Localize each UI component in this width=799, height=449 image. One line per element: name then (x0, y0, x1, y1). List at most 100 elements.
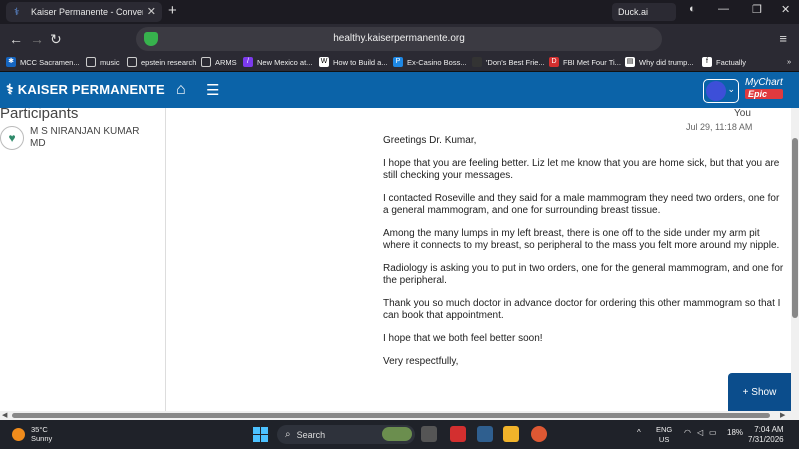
horizontal-scrollbar[interactable]: ◀ ▶ (0, 411, 799, 420)
bookmark-arms[interactable]: ARMS (201, 57, 237, 67)
folder-icon (127, 57, 137, 67)
kaiser-logo-icon: ⚕ (6, 81, 14, 97)
battery-percent: 18% (727, 428, 744, 437)
duck-ai-button[interactable]: Duck.ai (612, 3, 676, 21)
forward-icon[interactable]: → (30, 31, 44, 47)
bookmark-epstein[interactable]: epstein research (127, 57, 196, 67)
fire-icon[interactable]: ◐ (689, 3, 696, 15)
participant-name[interactable]: M S NIRANJAN KUMAR MD (30, 126, 160, 150)
mychart-label: MyChart (745, 77, 783, 88)
wifi-icon[interactable]: ◠ (684, 428, 691, 437)
hamburger-menu-icon[interactable]: ☰ (206, 81, 219, 99)
bookmark-music[interactable]: music (86, 57, 120, 67)
region-code: US (658, 435, 670, 444)
bookmark-label: New Mexico at... (257, 57, 313, 67)
bookmark-factually[interactable]: f Factually (702, 57, 746, 67)
bookmark-label: Factually (716, 57, 747, 67)
navigation-bar: ← → ↻ healthy.kaiserpermanente.org ≡ (0, 24, 799, 55)
mychart-logo: MyChart Epic (745, 78, 783, 99)
message-timestamp: Jul 29, 11:18 AM (686, 122, 753, 132)
participant-name-line1: M S NIRANJAN KUMAR (30, 126, 140, 137)
doc-icon: ▤ (625, 57, 635, 67)
bookmark-why-trump[interactable]: ▤ Why did trump... (625, 57, 694, 67)
bookmark-dons[interactable]: 'Don's Best Frie... (472, 57, 545, 67)
w-icon: W (319, 57, 329, 67)
minimize-icon[interactable]: — (718, 3, 729, 15)
duck-ai-label: Duck.ai (618, 7, 649, 17)
folder-icon (201, 57, 211, 67)
weather-temp: 35°C (31, 425, 48, 434)
participants-heading: Participants (0, 108, 79, 122)
shield-app-icon[interactable] (450, 426, 466, 442)
bookmark-label: Ex-Casino Boss... (407, 57, 467, 67)
dark-icon (472, 57, 482, 67)
start-button[interactable] (253, 427, 268, 442)
task-view-icon[interactable] (421, 426, 437, 442)
menu-icon[interactable]: ≡ (779, 31, 787, 46)
weather-widget[interactable]: 35°C Sunny (12, 425, 52, 443)
tab-title: Kaiser Permanente - Conversa (31, 7, 143, 17)
restore-icon[interactable]: ❐ (752, 3, 762, 16)
windows-taskbar: 35°C Sunny ⌕ Search ^ ENG US ◠ ◁ ▭ 18% 7… (0, 420, 799, 449)
volume-icon[interactable]: ◁ (697, 428, 703, 437)
message-paragraph: Greetings Dr. Kumar, (383, 135, 477, 146)
new-tab-icon[interactable]: + (168, 2, 177, 19)
bookmark-new-mexico[interactable]: / New Mexico at... (243, 57, 312, 67)
home-icon[interactable]: ⌂ (176, 81, 186, 99)
kaiser-favicon-icon: ⚕ (14, 6, 20, 18)
clock-time: 7:04 AM (754, 425, 784, 434)
notepad-icon[interactable] (477, 426, 493, 442)
sun-icon (12, 427, 25, 441)
message-paragraph: I hope that you are feeling better. Liz … (383, 158, 780, 181)
battery-icon[interactable]: ▭ (709, 428, 717, 437)
address-bar[interactable]: healthy.kaiserpermanente.org (136, 27, 662, 51)
message-paragraph: Among the many lumps in my left breast, … (383, 228, 780, 251)
lang-code: ENG (656, 425, 673, 434)
f-icon: f (702, 57, 712, 67)
bookmark-label: How to Build a... (333, 57, 388, 67)
participants-panel: Participants ♥ M S NIRANJAN KUMAR MD (0, 108, 166, 411)
purple-icon: / (243, 57, 253, 67)
bookmark-label: music (100, 57, 120, 67)
close-tab-icon[interactable]: ✕ (147, 5, 156, 18)
bookmark-mcc[interactable]: ✱ MCC Sacramen... (6, 57, 80, 67)
message-paragraph: I contacted Roseville and they said for … (383, 193, 780, 216)
close-window-icon[interactable]: ✕ (781, 3, 790, 16)
scroll-right-icon[interactable]: ▶ (780, 411, 785, 419)
back-icon[interactable]: ← (9, 31, 23, 47)
bookmark-label: MCC Sacramen... (20, 57, 80, 67)
language-indicator[interactable]: ENG US (656, 425, 672, 445)
kaiser-logo[interactable]: ⚕ KAISER PERMANENTE (6, 81, 165, 98)
browser-tab[interactable]: ⚕ Kaiser Permanente - Conversa ✕ (6, 2, 162, 22)
participant-credential: MD (30, 138, 46, 149)
brand-name: KAISER PERMANENTE (17, 82, 165, 97)
stethoscope-icon: ♥ (0, 126, 24, 150)
vertical-scrollbar[interactable] (791, 108, 799, 411)
search-label: Search (296, 429, 326, 440)
scrollbar-thumb[interactable] (792, 138, 798, 318)
show-button[interactable]: + Show (728, 373, 791, 411)
tray-chevron-icon[interactable]: ^ (637, 428, 641, 437)
scrollbar-thumb[interactable] (12, 413, 770, 418)
scroll-left-icon[interactable]: ◀ (2, 411, 7, 419)
db-icon: D (549, 57, 559, 67)
file-explorer-icon[interactable] (503, 426, 519, 442)
bookmark-ex-casino[interactable]: P Ex-Casino Boss... (393, 57, 467, 67)
browser-tab-bar: ⚕ Kaiser Permanente - Conversa ✕ + Duck.… (0, 0, 799, 24)
reload-icon[interactable]: ↻ (50, 31, 62, 48)
bookmark-fbi[interactable]: D FBI Met Four Ti... (549, 57, 621, 67)
account-menu-button[interactable]: ⌄ (703, 79, 739, 103)
duckduckgo-icon[interactable] (531, 426, 547, 442)
site-header: ⚕ KAISER PERMANENTE ⌂ ☰ ⌄ MyChart Epic (0, 72, 799, 108)
bookmarks-bar: ✱ MCC Sacramen... music epstein research … (0, 55, 799, 72)
clock[interactable]: 7:04 AM 7/31/2026 (748, 425, 784, 445)
message-paragraph: Radiology is asking you to put in two or… (383, 263, 784, 286)
message-paragraph: Thank you so much doctor in advance doct… (383, 298, 781, 321)
bookmark-label: 'Don's Best Frie... (486, 57, 545, 67)
more-bookmarks-icon[interactable]: » (787, 57, 791, 66)
bookmark-how-to-build[interactable]: W How to Build a... (319, 57, 388, 67)
message-sender: You (734, 108, 751, 119)
bookmark-label: epstein research (141, 57, 197, 67)
search-icon: ⌕ (285, 429, 291, 440)
folder-icon (86, 57, 96, 67)
